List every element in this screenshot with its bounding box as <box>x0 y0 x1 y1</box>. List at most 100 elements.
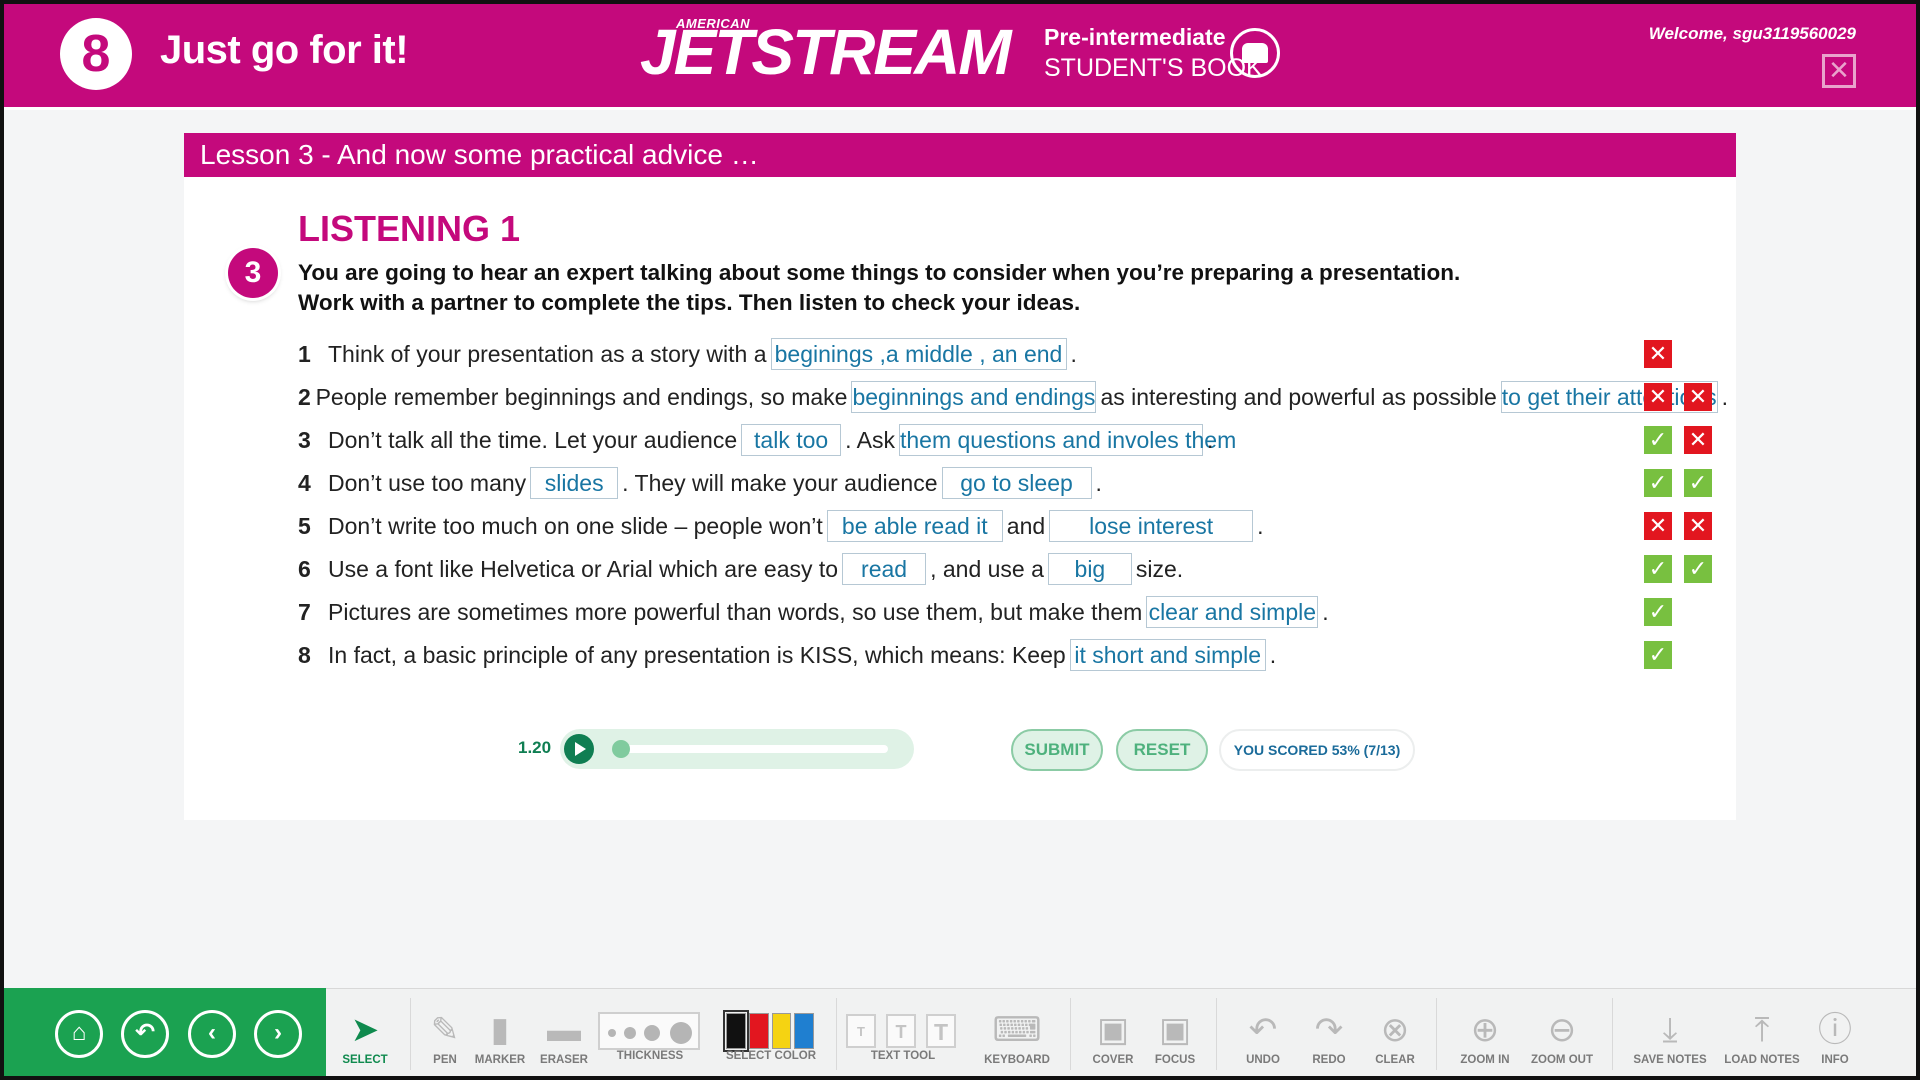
select-color-label: SELECT COLOR <box>725 1050 817 1062</box>
correct-icon: ✓ <box>1644 641 1672 669</box>
submit-button[interactable]: SUBMIT <box>1011 729 1103 771</box>
question-text: . <box>1257 512 1264 539</box>
question-number: 6 <box>298 555 311 582</box>
text-size-large[interactable]: T <box>926 1014 956 1048</box>
track-number: 1.20 <box>518 738 552 757</box>
select-tool[interactable]: ➤ SELECT <box>340 1006 390 1066</box>
reset-button[interactable]: RESET <box>1116 729 1208 771</box>
thickness-xlarge[interactable] <box>670 1022 692 1044</box>
question-text: Don’t talk all the time. Let your audien… <box>328 426 738 453</box>
thickness-large[interactable] <box>644 1025 660 1041</box>
focus-icon: ▣ <box>1158 1011 1192 1049</box>
color-swatch-yellow[interactable] <box>771 1013 792 1049</box>
question-row-7: 7 Pictures are sometimes more powerful t… <box>298 595 1728 629</box>
question-row-3: 3 Don’t talk all the time. Let your audi… <box>298 423 1728 457</box>
audio-progress-knob[interactable] <box>612 740 630 758</box>
unit-number-badge: 8 <box>60 18 132 90</box>
save-notes-button[interactable]: ⤓ SAVE NOTES <box>1630 1006 1710 1066</box>
question-text: as interesting and powerful as possible <box>1100 383 1497 410</box>
question-text: Think of your presentation as a story wi… <box>328 340 767 367</box>
answer-field[interactable]: go to sleep <box>941 467 1092 499</box>
back-icon[interactable]: ↶ <box>121 1010 169 1058</box>
question-number: 2 <box>298 383 311 410</box>
answer-field[interactable]: them questions and involes them <box>898 424 1236 456</box>
answer-field[interactable]: lose interest <box>1049 510 1254 542</box>
marker-icon: ▮ <box>490 1011 510 1049</box>
text-size-medium[interactable]: T <box>886 1014 916 1048</box>
next-icon[interactable]: › <box>254 1010 302 1058</box>
previous-icon[interactable]: ‹ <box>188 1010 236 1058</box>
answer-field[interactable]: clear and simple <box>1146 596 1319 628</box>
incorrect-icon: ✕ <box>1644 340 1672 368</box>
zoom-in-button[interactable]: ⊕ ZOOM IN <box>1452 1006 1518 1066</box>
question-row-8: 8 In fact, a basic principle of any pres… <box>298 638 1728 672</box>
answer-field[interactable]: be able read it <box>826 510 1003 542</box>
keyboard-tool[interactable]: ⌨ KEYBOARD <box>980 1006 1054 1066</box>
correct-icon: ✓ <box>1644 555 1672 583</box>
question-row-1: 1 Think of your presentation as a story … <box>298 337 1728 371</box>
info-button[interactable]: ⓘ INFO <box>1812 1006 1858 1066</box>
question-number: 8 <box>298 641 311 668</box>
play-icon[interactable] <box>564 734 594 764</box>
text-size-small[interactable]: T <box>846 1014 876 1048</box>
correct-icon: ✓ <box>1684 469 1712 497</box>
color-swatch-blue[interactable] <box>794 1013 814 1049</box>
zoom-out-button[interactable]: ⊖ ZOOM OUT <box>1526 1006 1598 1066</box>
exercise-number-badge: 3 <box>228 248 278 298</box>
undo-button[interactable]: ↶ UNDO <box>1238 1006 1288 1066</box>
book-icon[interactable] <box>1230 28 1280 78</box>
toolbar-separator <box>1612 998 1613 1070</box>
section-title: LISTENING 1 <box>298 208 521 249</box>
question-text: Use a font like Helvetica or Arial which… <box>328 555 839 582</box>
answer-field[interactable]: beginings ,a middle , an end <box>770 338 1067 370</box>
thickness-label: THICKNESS <box>616 1050 684 1062</box>
thickness-selector[interactable] <box>598 1012 700 1050</box>
eraser-tool[interactable]: ▬ ERASER <box>538 1006 590 1066</box>
thickness-small[interactable] <box>608 1029 616 1037</box>
book-level: Pre-intermediate <box>1044 24 1226 50</box>
cover-icon: ▣ <box>1096 1011 1130 1049</box>
question-text: . <box>1322 598 1329 625</box>
toolbar-separator <box>1216 998 1217 1070</box>
redo-button[interactable]: ↷ REDO <box>1304 1006 1354 1066</box>
answer-field[interactable]: slides <box>530 467 619 499</box>
answer-field[interactable]: it short and simple <box>1069 639 1266 671</box>
incorrect-icon: ✕ <box>1684 383 1712 411</box>
thickness-medium[interactable] <box>624 1027 636 1039</box>
text-tool-label: TEXT TOOL <box>870 1050 936 1062</box>
upload-icon: ⤒ <box>1754 1011 1770 1049</box>
question-row-2: 2 People remember beginnings and endings… <box>298 380 1728 414</box>
question-text: , and use a <box>930 555 1044 582</box>
color-swatch-red[interactable] <box>748 1013 769 1049</box>
home-icon[interactable]: ⌂ <box>55 1010 103 1058</box>
question-text: Pictures are sometimes more powerful tha… <box>328 598 1143 625</box>
redo-icon: ↷ <box>1314 1011 1344 1049</box>
pen-tool[interactable]: ✎ PEN <box>428 1006 462 1066</box>
question-number: 7 <box>298 598 311 625</box>
unit-title: Just go for it! <box>160 28 409 72</box>
question-row-4: 4 Don’t use too many slides . They will … <box>298 466 1728 500</box>
answer-field[interactable]: read <box>842 553 927 585</box>
answer-field[interactable]: talk too <box>741 424 842 456</box>
focus-tool[interactable]: ▣ FOCUS <box>1150 1006 1200 1066</box>
clear-button[interactable]: ⊗ CLEAR <box>1370 1006 1420 1066</box>
load-notes-button[interactable]: ⤒ LOAD NOTES <box>1722 1006 1802 1066</box>
color-swatches[interactable] <box>723 1010 814 1052</box>
incorrect-icon: ✕ <box>1684 426 1712 454</box>
cover-tool[interactable]: ▣ COVER <box>1088 1006 1138 1066</box>
incorrect-icon: ✕ <box>1644 512 1672 540</box>
answer-field[interactable]: beginnings and endings <box>851 381 1097 413</box>
keyboard-icon: ⌨ <box>992 1011 1042 1049</box>
incorrect-icon: ✕ <box>1684 512 1712 540</box>
welcome-text: Welcome, sgu3119560029 <box>1648 24 1856 43</box>
color-swatch-black[interactable] <box>723 1010 749 1052</box>
audio-progress-rail[interactable] <box>612 745 888 753</box>
question-number: 1 <box>298 340 311 367</box>
question-text: size. <box>1135 555 1184 582</box>
answer-field[interactable]: big <box>1047 553 1132 585</box>
question-number: 4 <box>298 469 311 496</box>
marker-tool[interactable]: ▮ MARKER <box>474 1006 526 1066</box>
download-icon: ⤓ <box>1662 1011 1678 1049</box>
close-button[interactable]: ✕ <box>1822 54 1856 88</box>
correct-icon: ✓ <box>1644 426 1672 454</box>
